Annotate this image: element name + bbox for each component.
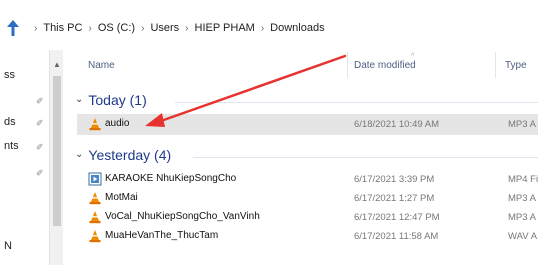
nav-item-partial[interactable]: ds xyxy=(4,116,16,128)
nav-scrollbar[interactable]: ▲ xyxy=(49,50,63,265)
chevron-down-icon[interactable]: ⌄ xyxy=(75,94,83,105)
file-name: MuaHeVanThe_ThucTam xyxy=(105,230,219,241)
nav-item-partial[interactable]: N xyxy=(4,240,12,252)
column-header-date-modified[interactable]: Date modified xyxy=(354,60,416,71)
chevron-down-icon[interactable]: ⌄ xyxy=(75,149,83,160)
file-row-motmai[interactable]: MotMai 6/17/2021 1:27 PM MP3 A xyxy=(77,188,538,209)
vlc-cone-icon xyxy=(88,229,102,243)
file-date: 6/17/2021 12:47 PM xyxy=(354,212,440,223)
file-date: 6/17/2021 1:27 PM xyxy=(354,193,435,204)
chevron-right-icon: › xyxy=(34,22,38,34)
pin-icon[interactable]: ✐ xyxy=(36,142,44,153)
column-header-name[interactable]: Name xyxy=(88,60,115,71)
pin-icon[interactable]: ✐ xyxy=(36,168,44,179)
sort-caret-icon: ^ xyxy=(411,53,415,60)
group-label: Yesterday (4) xyxy=(88,147,172,163)
chevron-right-icon[interactable]: › xyxy=(141,23,144,34)
vlc-cone-icon xyxy=(88,210,102,224)
group-header-yesterday[interactable]: ⌄ Yesterday (4) xyxy=(75,147,171,163)
navigation-pane: ss ✐ ds ✐ nts ✐ ✐ N xyxy=(0,50,48,265)
file-row-audio[interactable]: audio 6/18/2021 10:49 AM MP3 A xyxy=(77,114,538,135)
file-type: WAV A xyxy=(508,231,538,242)
pin-icon[interactable]: ✐ xyxy=(36,96,44,107)
breadcrumb-os-c[interactable]: OS (C:) xyxy=(98,22,135,34)
file-name: MotMai xyxy=(105,192,138,203)
file-row-karaoke[interactable]: KARAOKE NhuKiepSongCho 6/17/2021 3:39 PM… xyxy=(77,169,538,190)
file-name: KARAOKE NhuKiepSongCho xyxy=(105,173,237,184)
file-type: MP4 Fi xyxy=(508,174,538,185)
chevron-right-icon[interactable]: › xyxy=(261,23,264,34)
file-date: 6/17/2021 11:58 AM xyxy=(354,231,439,242)
vlc-cone-icon xyxy=(88,191,102,205)
video-file-icon xyxy=(88,172,102,186)
group-divider xyxy=(175,102,538,103)
file-name: audio xyxy=(105,118,130,129)
file-date: 6/17/2021 3:39 PM xyxy=(354,174,435,185)
column-header-type[interactable]: Type xyxy=(505,60,527,71)
file-list: Name ^ Date modified Type ⌄ Today (1) au… xyxy=(63,50,538,265)
file-row-vocal[interactable]: VoCal_NhuKiepSongCho_VanVinh 6/17/2021 1… xyxy=(77,207,538,228)
column-divider[interactable] xyxy=(495,52,496,78)
scroll-thumb[interactable] xyxy=(53,76,61,226)
file-date: 6/18/2021 10:49 AM xyxy=(354,119,440,130)
scroll-up-icon[interactable]: ▲ xyxy=(53,60,61,69)
group-divider xyxy=(193,157,538,158)
nav-item-partial[interactable]: ss xyxy=(4,69,15,81)
chevron-right-icon[interactable]: › xyxy=(88,23,91,34)
file-type: MP3 A xyxy=(508,212,536,223)
column-divider[interactable] xyxy=(347,52,348,78)
file-type: MP3 A xyxy=(508,119,536,130)
up-arrow-icon[interactable] xyxy=(6,19,22,37)
breadcrumb-downloads[interactable]: Downloads xyxy=(270,22,324,34)
breadcrumb-this-pc[interactable]: This PC xyxy=(43,22,82,34)
breadcrumb-users[interactable]: Users xyxy=(150,22,179,34)
pin-icon[interactable]: ✐ xyxy=(36,118,44,129)
chevron-right-icon[interactable]: › xyxy=(185,23,188,34)
group-header-today[interactable]: ⌄ Today (1) xyxy=(75,92,147,108)
file-type: MP3 A xyxy=(508,193,536,204)
file-row-muahe[interactable]: MuaHeVanThe_ThucTam 6/17/2021 11:58 AM W… xyxy=(77,226,538,247)
group-label: Today (1) xyxy=(88,92,147,108)
breadcrumb-hiep-pham[interactable]: HIEP PHAM xyxy=(195,22,255,34)
address-bar[interactable]: › This PC › OS (C:) › Users › HIEP PHAM … xyxy=(0,0,538,50)
file-name: VoCal_NhuKiepSongCho_VanVinh xyxy=(105,211,260,222)
vlc-cone-icon xyxy=(88,117,102,131)
nav-item-partial[interactable]: nts xyxy=(4,140,19,152)
